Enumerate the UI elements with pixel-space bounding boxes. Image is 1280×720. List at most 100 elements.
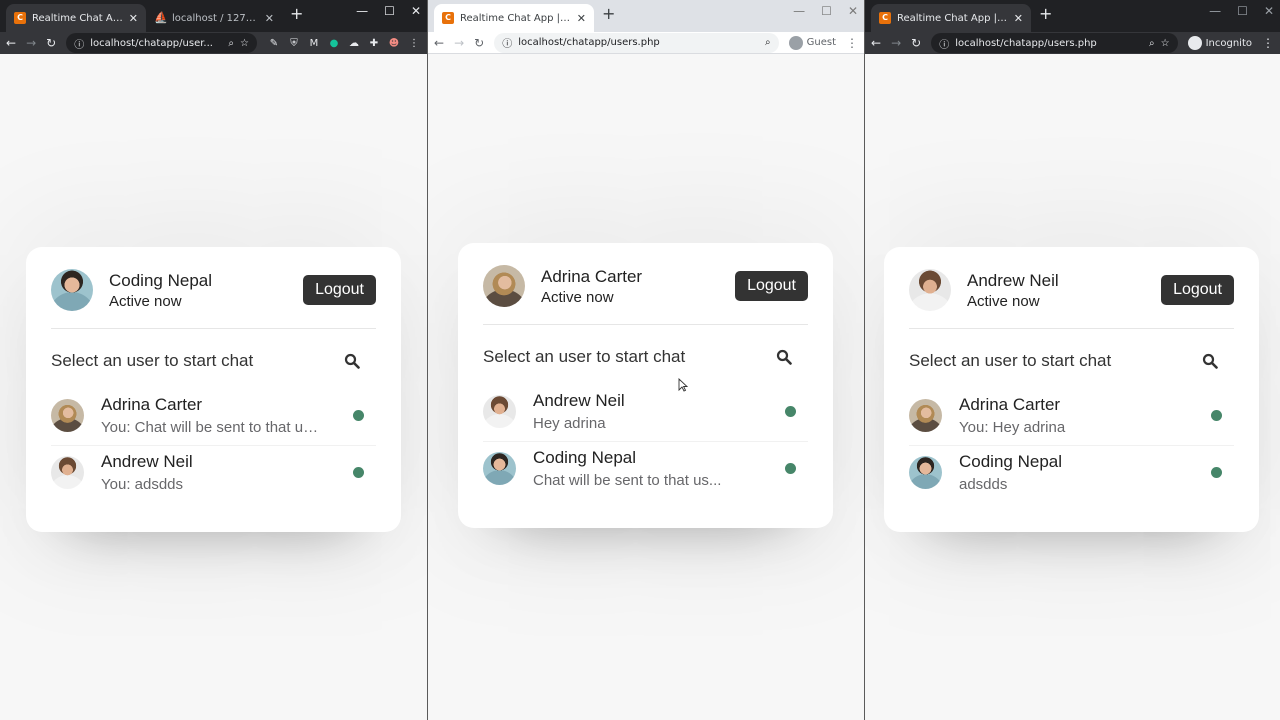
forward-icon[interactable]: → [454,36,464,50]
extensions-puzzle-icon[interactable]: ✚ [367,36,381,50]
last-message: Hey adrina [533,415,606,432]
logout-button[interactable]: Logout [735,271,808,301]
online-status-icon [1211,410,1222,421]
guest-avatar-icon [788,35,803,50]
window-controls: — ☐ ✕ [793,4,858,18]
users-panel: Andrew Neil Active now Logout Select an … [884,247,1259,532]
menu-icon[interactable]: ⋮ [1262,36,1274,50]
maximize-icon[interactable]: ☐ [1237,4,1248,18]
info-icon[interactable]: ⓘ [74,36,84,51]
minimize-icon[interactable]: — [356,4,368,18]
back-icon[interactable]: ← [6,36,16,50]
user-list-item[interactable]: Coding Nepal Chat will be sent to that u… [483,442,808,498]
user-list-item[interactable]: Andrew Neil Hey adrina [483,385,808,442]
reload-icon[interactable]: ↻ [474,36,484,50]
menu-icon[interactable]: ⋮ [846,36,858,50]
user-avatar [51,399,84,432]
last-message: You: adsdds [101,476,184,493]
close-tab-icon[interactable]: ✕ [577,12,586,25]
tab-chat-app[interactable]: C Realtime Chat App | Coding ✕ [6,4,146,32]
tab-phpmyadmin[interactable]: ⛵ localhost / 127.0.0.1 / chat ✕ [146,4,282,32]
user-list-item[interactable]: Andrew Neil You: adsdds [51,446,376,502]
close-window-icon[interactable]: ✕ [1264,4,1274,18]
search-prompt: Select an user to start chat [51,351,254,370]
users-header: Andrew Neil Active now Logout [909,269,1234,329]
logout-button[interactable]: Logout [303,275,376,305]
extension-grammarly-icon[interactable]: ● [327,36,341,50]
user-name: Andrew Neil [101,452,193,471]
page-viewport: Andrew Neil Active now Logout Select an … [865,54,1280,720]
close-tab-icon[interactable]: ✕ [265,12,274,25]
tab-chat-app[interactable]: C Realtime Chat App | CodingNepal ✕ [434,4,594,32]
tab-chat-app[interactable]: C Realtime Chat App | CodingNepal ✕ [871,4,1031,32]
back-icon[interactable]: ← [434,36,444,50]
tab-title: localhost / 127.0.0.1 / chat [172,12,259,24]
current-user-name: Andrew Neil [967,270,1059,290]
last-message: You: Chat will be sent to that us... [101,419,321,436]
last-message: Chat will be sent to that us... [533,472,722,489]
forward-icon[interactable]: → [891,36,901,50]
tab-title: Realtime Chat App | CodingNepal [460,12,571,24]
back-icon[interactable]: ← [871,36,881,50]
extension-cloud-icon[interactable]: ☁ [347,36,361,50]
online-status-icon [1211,467,1222,478]
close-window-icon[interactable]: ✕ [411,4,421,18]
new-tab-icon[interactable]: + [1039,4,1052,23]
current-user-status: Active now [541,288,614,306]
zoom-icon[interactable]: ⌕ [765,37,771,48]
incognito-indicator[interactable]: Incognito [1187,36,1252,50]
forward-icon[interactable]: → [26,36,36,50]
info-icon[interactable]: ⓘ [502,35,512,50]
current-user-name: Coding Nepal [109,270,213,290]
profile-button[interactable]: Guest [788,35,836,50]
close-tab-icon[interactable]: ✕ [129,12,138,25]
browser-toolbar: ← → ↻ ⓘ localhost/chatapp/users.php ⌕ ☆ … [865,32,1280,54]
bookmark-star-icon[interactable]: ☆ [1161,38,1170,49]
reload-icon[interactable]: ↻ [46,36,56,50]
user-avatar [483,395,516,428]
bookmark-star-icon[interactable]: ☆ [240,38,249,49]
maximize-icon[interactable]: ☐ [821,4,832,18]
extensions: ✎ ⛨ M ● ☁ ✚ ☻ ⋮ [267,36,421,50]
browser-window-1: C Realtime Chat App | Coding ✕ ⛵ localho… [0,0,427,720]
close-tab-icon[interactable]: ✕ [1014,12,1023,25]
reload-icon[interactable]: ↻ [911,36,921,50]
address-bar[interactable]: ⓘ localhost/chatapp/users.php ⌕ [494,32,779,53]
extension-shield-icon[interactable]: ⛨ [287,36,301,50]
menu-icon[interactable]: ⋮ [407,36,421,50]
maximize-icon[interactable]: ☐ [384,4,395,18]
browser-window-2: C Realtime Chat App | CodingNepal ✕ + — … [427,0,865,720]
tab-strip: C Realtime Chat App | CodingNepal ✕ + — … [428,0,864,32]
search-icon[interactable] [1196,351,1224,371]
browser-toolbar: ← → ↻ ⓘ localhost/chatapp/user... ⌕ ☆ ✎ … [0,32,427,54]
tab-strip: C Realtime Chat App | CodingNepal ✕ + — … [865,0,1280,32]
user-list-item[interactable]: Coding Nepal adsdds [909,446,1234,502]
user-list-item[interactable]: Adrina Carter You: Hey adrina [909,389,1234,446]
search-icon[interactable] [338,351,366,371]
address-bar[interactable]: ⓘ localhost/chatapp/users.php ⌕ ☆ [931,33,1178,53]
user-avatar [909,399,942,432]
codingnepal-favicon-icon: C [879,12,891,24]
extension-m-icon[interactable]: M [307,36,321,50]
close-window-icon[interactable]: ✕ [848,4,858,18]
page-viewport: Adrina Carter Active now Logout Select a… [428,54,864,720]
profile-avatar-icon[interactable]: ☻ [387,36,401,50]
tab-strip: C Realtime Chat App | Coding ✕ ⛵ localho… [0,0,427,32]
zoom-icon[interactable]: ⌕ [1149,38,1155,49]
current-user-avatar [51,269,93,311]
zoom-icon[interactable]: ⌕ [228,38,234,49]
user-name: Coding Nepal [959,452,1063,471]
new-tab-icon[interactable]: + [602,4,615,23]
extension-pen-icon[interactable]: ✎ [267,36,281,50]
address-bar[interactable]: ⓘ localhost/chatapp/user... ⌕ ☆ [66,33,257,53]
minimize-icon[interactable]: — [1209,4,1221,18]
search-icon[interactable] [770,347,798,367]
phpmyadmin-favicon-icon: ⛵ [154,11,168,24]
user-list-item[interactable]: Adrina Carter You: Chat will be sent to … [51,389,376,446]
new-tab-icon[interactable]: + [290,4,303,23]
info-icon[interactable]: ⓘ [939,36,949,51]
logout-button[interactable]: Logout [1161,275,1234,305]
minimize-icon[interactable]: — [793,4,805,18]
online-status-icon [353,467,364,478]
search-prompt: Select an user to start chat [483,347,686,366]
